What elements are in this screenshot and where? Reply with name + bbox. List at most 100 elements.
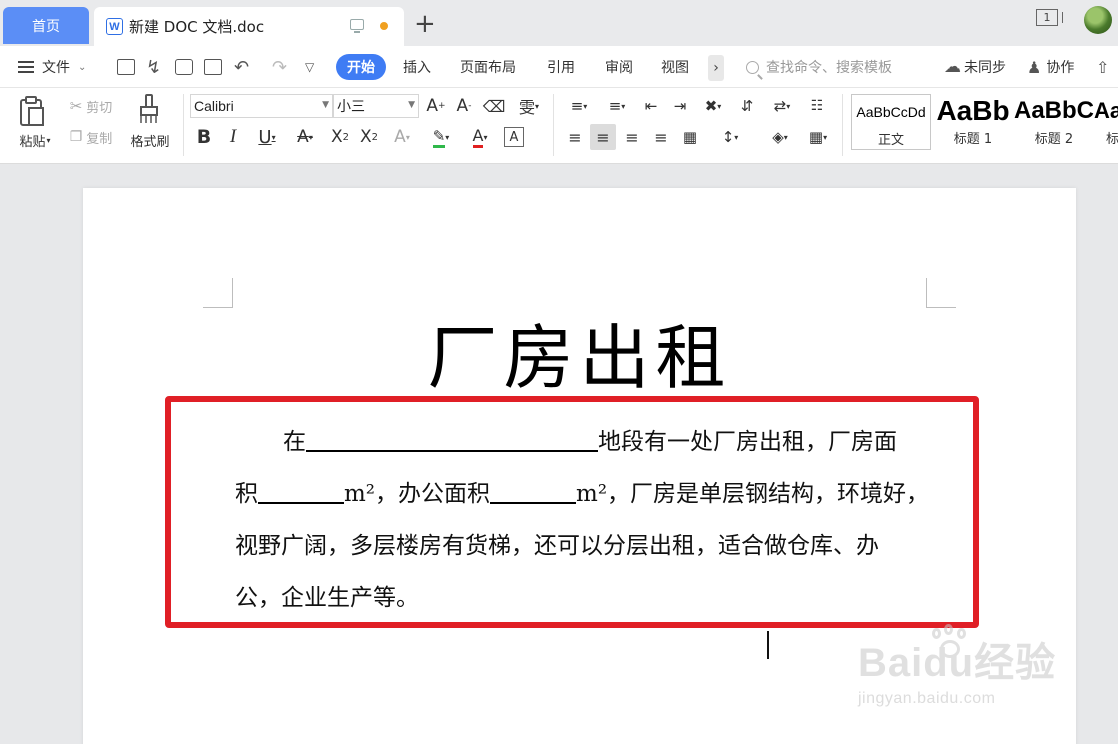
chevron-down-icon: ▾ bbox=[823, 132, 828, 142]
paw-icon bbox=[930, 624, 970, 664]
search-placeholder: 查找命令、搜索模板 bbox=[766, 60, 892, 76]
document-tab-title: 新建 DOC 文档.doc bbox=[129, 18, 265, 36]
more-tabs-button[interactable]: › bbox=[708, 55, 724, 81]
tab-document[interactable]: W 新建 DOC 文档.doc bbox=[94, 7, 404, 46]
superscript-icon[interactable]: X2 bbox=[327, 124, 353, 150]
watermark-logo: Baidu经验 bbox=[858, 641, 1057, 685]
margin-marker-top-right bbox=[926, 278, 956, 308]
ribbon-divider bbox=[553, 94, 554, 156]
margin-marker-top-left bbox=[203, 278, 233, 308]
line-spacing-icon[interactable]: ↕ ▾ bbox=[712, 124, 748, 150]
redo-icon[interactable]: ↷ bbox=[272, 46, 287, 88]
sync-status-button[interactable]: ☁ 未同步 bbox=[944, 46, 1006, 88]
undo-icon[interactable]: ↶ bbox=[234, 46, 249, 88]
character-border-icon[interactable]: A bbox=[504, 127, 524, 147]
subscript-icon[interactable]: X2 bbox=[356, 124, 382, 150]
distributed-align-icon[interactable]: ▦ bbox=[677, 124, 703, 150]
print-preview-icon[interactable] bbox=[204, 59, 222, 75]
cut-button[interactable]: ✂ 剪切 bbox=[62, 96, 120, 116]
align-left-icon[interactable]: ≡ bbox=[562, 124, 588, 150]
decrease-font-icon[interactable]: A- bbox=[452, 94, 476, 118]
clear-format-icon[interactable]: ⌫ bbox=[483, 94, 506, 118]
increase-font-icon[interactable]: A + bbox=[424, 94, 448, 118]
copy-label: 复制 bbox=[86, 131, 113, 147]
borders-icon[interactable]: ▦ ▾ bbox=[800, 124, 836, 150]
scissors-icon: ✂ bbox=[69, 97, 83, 115]
font-size-value: 小三 bbox=[337, 99, 365, 115]
new-tab-button[interactable]: + bbox=[414, 9, 436, 39]
style-preview: AaBb bbox=[936, 95, 1010, 126]
document-title[interactable]: 厂房出租 bbox=[83, 318, 1076, 398]
tab-references[interactable]: 引用 bbox=[547, 46, 575, 88]
justify-icon[interactable]: ≡ bbox=[648, 124, 674, 150]
format-painter-icon[interactable] bbox=[132, 92, 166, 126]
highlight-box bbox=[165, 396, 979, 628]
chevron-down-icon: ▾ bbox=[535, 101, 540, 111]
chevron-down-icon: ▾ bbox=[308, 132, 313, 142]
file-menu[interactable]: 文件 ⌄ bbox=[18, 46, 86, 88]
cut-label: 剪切 bbox=[86, 100, 113, 116]
strikethrough-icon[interactable]: A ▾ bbox=[288, 124, 322, 150]
chevron-down-icon: ▼ bbox=[322, 100, 329, 110]
chevron-down-icon: ▾ bbox=[786, 101, 791, 111]
text-effect-icon[interactable]: A ▾ bbox=[386, 124, 418, 150]
window-count-icon[interactable]: 1 bbox=[1036, 9, 1063, 26]
align-right-icon[interactable]: ≡ bbox=[619, 124, 645, 150]
quick-access-more-icon[interactable]: ▽ bbox=[305, 46, 314, 88]
underline-icon[interactable]: U ▾ bbox=[250, 124, 284, 150]
style-preview: AaBbCcDd bbox=[856, 104, 926, 120]
phonetic-guide-icon[interactable]: 雯 ▾ bbox=[512, 94, 546, 118]
tab-start[interactable]: 开始 bbox=[336, 54, 386, 80]
font-name-value: Calibri bbox=[194, 98, 234, 114]
tab-home[interactable]: 首页 bbox=[3, 7, 89, 44]
align-center-icon[interactable]: ≡ bbox=[590, 124, 616, 150]
print-icon[interactable] bbox=[175, 59, 193, 75]
paste-label: 粘贴 bbox=[19, 134, 46, 150]
increase-indent-icon[interactable]: ⇥ bbox=[667, 94, 693, 118]
paste-button[interactable]: 粘贴 ▾ bbox=[10, 130, 60, 150]
sync-label: 未同步 bbox=[964, 60, 1006, 76]
cloud-icon: ☁ bbox=[944, 57, 961, 77]
monitor-icon[interactable] bbox=[350, 19, 364, 33]
numbered-list-icon[interactable]: ≡ ▾ bbox=[600, 94, 634, 118]
avatar[interactable] bbox=[1084, 6, 1112, 34]
unsaved-dot-icon bbox=[380, 22, 388, 30]
italic-icon[interactable]: I bbox=[222, 124, 244, 150]
tab-page-layout[interactable]: 页面布局 bbox=[460, 46, 516, 88]
font-name-select[interactable]: Calibri ▼ bbox=[190, 94, 333, 118]
style-label: 标题 2 bbox=[1034, 132, 1074, 147]
shading-icon[interactable]: ◈ ▾ bbox=[762, 124, 798, 150]
format-painter-button[interactable]: 格式刷 bbox=[124, 130, 176, 150]
highlight-color-icon[interactable]: ✎ ▾ bbox=[424, 124, 458, 150]
style-normal[interactable]: AaBbCcDd 正文 bbox=[851, 94, 931, 150]
ruler-icon[interactable]: ☷ bbox=[804, 94, 830, 118]
save-icon[interactable] bbox=[117, 59, 135, 75]
collaborate-button[interactable]: ♟ 协作 bbox=[1027, 46, 1074, 88]
text-cursor bbox=[767, 631, 769, 659]
font-size-select[interactable]: 小三 ▼ bbox=[333, 94, 419, 118]
chinese-layout-icon[interactable]: ✖ ▾ bbox=[696, 94, 730, 118]
copy-button[interactable]: ❐ 复制 bbox=[62, 127, 120, 147]
chevron-down-icon: ▼ bbox=[408, 100, 415, 110]
decrease-indent-icon[interactable]: ⇤ bbox=[638, 94, 664, 118]
copy-icon: ❐ bbox=[69, 129, 83, 145]
tab-review[interactable]: 审阅 bbox=[605, 46, 633, 88]
tab-bar: 首页 W 新建 DOC 文档.doc + 1 bbox=[0, 0, 1118, 46]
export-icon[interactable]: ↯ bbox=[146, 46, 161, 88]
sort-icon[interactable]: ⇵ bbox=[734, 94, 760, 118]
text-direction-icon[interactable]: ⇄ ▾ bbox=[764, 94, 800, 118]
paste-icon[interactable] bbox=[14, 94, 50, 128]
bullet-list-icon[interactable]: ≡ ▾ bbox=[562, 94, 596, 118]
bold-icon[interactable]: B bbox=[193, 124, 215, 150]
font-color-icon[interactable]: A ▾ bbox=[463, 124, 497, 150]
chevron-down-icon: ▾ bbox=[483, 132, 488, 142]
command-search[interactable]: 查找命令、搜索模板 bbox=[746, 46, 892, 88]
style-heading-1[interactable]: AaBb 标题 1 bbox=[933, 94, 1013, 150]
chevron-down-icon: ▾ bbox=[445, 132, 450, 142]
tab-insert[interactable]: 插入 bbox=[403, 46, 431, 88]
share-icon[interactable]: ⇧ bbox=[1096, 46, 1109, 88]
tab-view[interactable]: 视图 bbox=[661, 46, 689, 88]
style-heading-3[interactable]: Aa 标 bbox=[1094, 94, 1118, 150]
style-heading-2[interactable]: AaBbC 标题 2 bbox=[1014, 94, 1094, 150]
watermark: Baidu经验 jingyan.baidu.com bbox=[858, 624, 1108, 720]
